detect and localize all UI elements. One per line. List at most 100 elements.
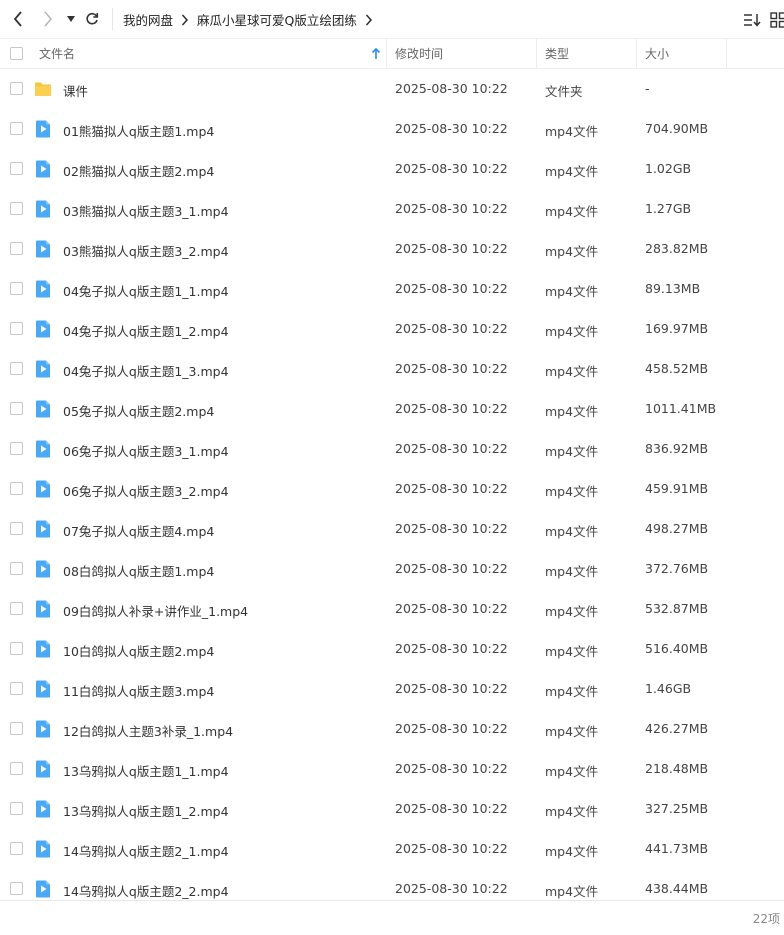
file-row[interactable]: 11白鸽拟人q版主题3.mp4 2025-08-30 10:22 mp4文件 1.46…	[0, 669, 784, 709]
back-button[interactable]	[8, 9, 28, 29]
file-row[interactable]: 10白鸽拟人q版主题2.mp4 2025-08-30 10:22 mp4文件 516.…	[0, 629, 784, 669]
file-row[interactable]: 09白鸽拟人补录+讲作业_1.mp4 2025-08-30 10:22 mp4文件 5…	[0, 589, 784, 629]
video-file-icon	[36, 120, 50, 138]
row-checkbox[interactable]	[10, 642, 23, 655]
file-size: 218.48MB	[645, 761, 709, 776]
row-checkbox[interactable]	[10, 242, 23, 255]
file-row[interactable]: 06兔子拟人q版主题3_1.mp4 2025-08-30 10:22 mp4文件 83…	[0, 429, 784, 469]
file-row[interactable]: 13乌鸦拟人q版主题1_2.mp4 2025-08-30 10:22 mp4文件 32…	[0, 789, 784, 829]
file-name[interactable]: 课件	[63, 81, 88, 100]
file-row[interactable]: 14乌鸦拟人q版主题2_2.mp4 2025-08-30 10:22 mp4文件 43…	[0, 869, 784, 900]
row-checkbox[interactable]	[10, 282, 23, 295]
file-name[interactable]: 14乌鸦拟人q版主题2_2.mp4	[63, 881, 229, 900]
row-checkbox[interactable]	[10, 682, 23, 695]
file-type: mp4文件	[545, 884, 599, 899]
video-file-icon	[36, 240, 50, 258]
file-row[interactable]: 04兔子拟人q版主题1_2.mp4 2025-08-30 10:22 mp4文件 16…	[0, 309, 784, 349]
file-name[interactable]: 13乌鸦拟人q版主题1_2.mp4	[63, 801, 229, 820]
file-row[interactable]: 04兔子拟人q版主题1_3.mp4 2025-08-30 10:22 mp4文件 45…	[0, 349, 784, 389]
file-name[interactable]: 05兔子拟人q版主题2.mp4	[63, 401, 214, 420]
column-divider[interactable]	[536, 39, 537, 68]
file-row[interactable]: 03熊猫拟人q版主题3_1.mp4 2025-08-30 10:22 mp4文件 1.…	[0, 189, 784, 229]
file-name[interactable]: 04兔子拟人q版主题1_3.mp4	[63, 361, 229, 380]
folder-row[interactable]: 课件 2025-08-30 10:22 文件夹 -	[0, 69, 784, 109]
column-header-modified[interactable]: 修改时间	[395, 39, 443, 68]
column-divider[interactable]	[726, 39, 727, 68]
file-type: mp4文件	[545, 284, 599, 299]
file-name[interactable]: 04兔子拟人q版主题1_2.mp4	[63, 321, 229, 340]
file-modified-time: 2025-08-30 10:22	[395, 361, 508, 376]
video-file-icon	[36, 640, 50, 658]
forward-button[interactable]	[38, 9, 58, 29]
file-name[interactable]: 06兔子拟人q版主题3_1.mp4	[63, 441, 229, 460]
file-size: 532.87MB	[645, 601, 709, 616]
file-name[interactable]: 02熊猫拟人q版主题2.mp4	[63, 161, 214, 180]
row-checkbox[interactable]	[10, 842, 23, 855]
file-name[interactable]: 09白鸽拟人补录+讲作业_1.mp4	[63, 601, 248, 620]
file-row[interactable]: 01熊猫拟人q版主题1.mp4 2025-08-30 10:22 mp4文件 704.…	[0, 109, 784, 149]
file-row[interactable]: 02熊猫拟人q版主题2.mp4 2025-08-30 10:22 mp4文件 1.02…	[0, 149, 784, 189]
file-name[interactable]: 11白鸽拟人q版主题3.mp4	[63, 681, 214, 700]
row-checkbox[interactable]	[10, 402, 23, 415]
row-checkbox[interactable]	[10, 602, 23, 615]
column-header-size[interactable]: 大小	[645, 39, 669, 68]
file-modified-time: 2025-08-30 10:22	[395, 321, 508, 336]
file-type: mp4文件	[545, 764, 599, 779]
video-file-icon	[36, 440, 50, 458]
row-checkbox[interactable]	[10, 122, 23, 135]
row-checkbox[interactable]	[10, 362, 23, 375]
history-dropdown-button[interactable]	[64, 9, 78, 29]
file-name[interactable]: 07兔子拟人q版主题4.mp4	[63, 521, 214, 540]
file-row[interactable]: 14乌鸦拟人q版主题2_1.mp4 2025-08-30 10:22 mp4文件 44…	[0, 829, 784, 869]
column-divider[interactable]	[636, 39, 637, 68]
file-row[interactable]: 08白鸽拟人q版主题1.mp4 2025-08-30 10:22 mp4文件 372.…	[0, 549, 784, 589]
arrow-up-icon	[371, 48, 381, 59]
file-name[interactable]: 04兔子拟人q版主题1_1.mp4	[63, 281, 229, 300]
row-checkbox[interactable]	[10, 482, 23, 495]
file-name[interactable]: 03熊猫拟人q版主题3_1.mp4	[63, 201, 229, 220]
refresh-icon	[86, 12, 99, 25]
row-checkbox[interactable]	[10, 762, 23, 775]
file-modified-time: 2025-08-30 10:22	[395, 721, 508, 736]
breadcrumb-item-root[interactable]: 我的网盘	[123, 10, 173, 29]
video-file-icon	[36, 520, 50, 538]
sort-button[interactable]	[742, 10, 762, 30]
breadcrumb-item-current[interactable]: 麻瓜小星球可爱Q版立绘团练	[197, 10, 357, 29]
file-row[interactable]: 13乌鸦拟人q版主题1_1.mp4 2025-08-30 10:22 mp4文件 21…	[0, 749, 784, 789]
column-header-type[interactable]: 类型	[545, 39, 569, 68]
row-checkbox[interactable]	[10, 522, 23, 535]
file-name[interactable]: 03熊猫拟人q版主题3_2.mp4	[63, 241, 229, 260]
video-file-icon	[36, 840, 50, 858]
row-checkbox[interactable]	[10, 802, 23, 815]
file-modified-time: 2025-08-30 10:22	[395, 561, 508, 576]
file-name[interactable]: 08白鸽拟人q版主题1.mp4	[63, 561, 214, 580]
file-name[interactable]: 01熊猫拟人q版主题1.mp4	[63, 121, 214, 140]
select-all-checkbox[interactable]	[10, 47, 23, 60]
file-row[interactable]: 04兔子拟人q版主题1_1.mp4 2025-08-30 10:22 mp4文件 89…	[0, 269, 784, 309]
file-name[interactable]: 10白鸽拟人q版主题2.mp4	[63, 641, 214, 660]
row-checkbox[interactable]	[10, 322, 23, 335]
file-name[interactable]: 12白鸽拟人主题3补录_1.mp4	[63, 721, 233, 740]
file-name[interactable]: 13乌鸦拟人q版主题1_1.mp4	[63, 761, 229, 780]
file-row[interactable]: 07兔子拟人q版主题4.mp4 2025-08-30 10:22 mp4文件 498.…	[0, 509, 784, 549]
file-name[interactable]: 14乌鸦拟人q版主题2_1.mp4	[63, 841, 229, 860]
file-name[interactable]: 06兔子拟人q版主题3_2.mp4	[63, 481, 229, 500]
file-row[interactable]: 03熊猫拟人q版主题3_2.mp4 2025-08-30 10:22 mp4文件 28…	[0, 229, 784, 269]
row-checkbox[interactable]	[10, 882, 23, 895]
row-checkbox[interactable]	[10, 442, 23, 455]
grid-view-button[interactable]	[768, 10, 784, 30]
row-checkbox[interactable]	[10, 82, 23, 95]
row-checkbox[interactable]	[10, 202, 23, 215]
file-modified-time: 2025-08-30 10:22	[395, 601, 508, 616]
row-checkbox[interactable]	[10, 722, 23, 735]
file-type: mp4文件	[545, 244, 599, 259]
column-header-name[interactable]: 文件名	[39, 39, 75, 68]
chevron-right-icon	[365, 13, 372, 26]
refresh-button[interactable]	[82, 9, 102, 29]
file-row[interactable]: 06兔子拟人q版主题3_2.mp4 2025-08-30 10:22 mp4文件 45…	[0, 469, 784, 509]
row-checkbox[interactable]	[10, 162, 23, 175]
column-divider[interactable]	[386, 39, 387, 68]
file-row[interactable]: 12白鸽拟人主题3补录_1.mp4 2025-08-30 10:22 mp4文件 42…	[0, 709, 784, 749]
file-row[interactable]: 05兔子拟人q版主题2.mp4 2025-08-30 10:22 mp4文件 1011…	[0, 389, 784, 429]
row-checkbox[interactable]	[10, 562, 23, 575]
